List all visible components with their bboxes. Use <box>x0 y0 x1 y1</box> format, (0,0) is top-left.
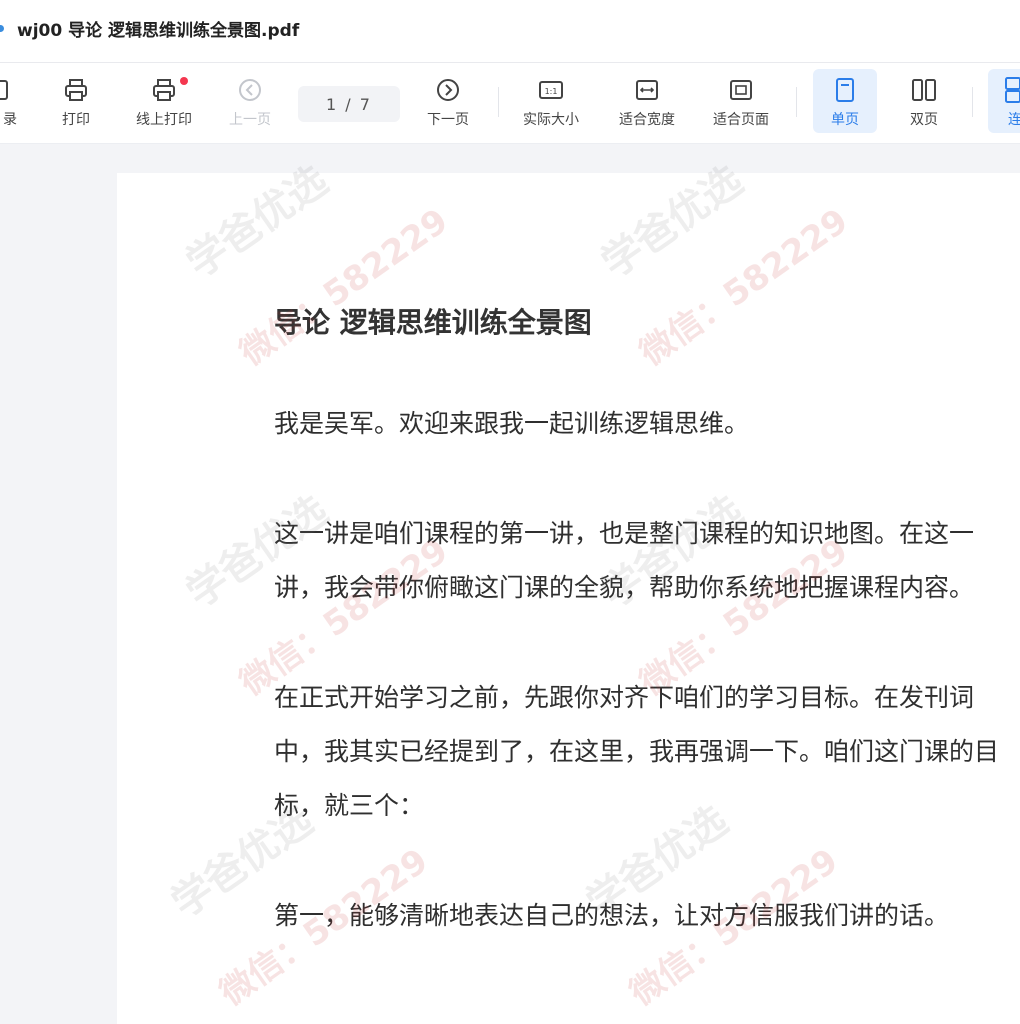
catalog-label: 录 <box>3 112 17 128</box>
paragraph: 在正式开始学习之前，先跟你对齐下咱们的学习目标。在发刊词中，我其实已经提到了，在… <box>274 683 1000 820</box>
separator <box>498 87 499 117</box>
double-page-icon <box>912 79 936 101</box>
online-print-icon <box>153 79 175 101</box>
catalog-button[interactable]: 录 <box>0 69 20 133</box>
single-page-icon <box>836 78 854 102</box>
print-label: 打印 <box>62 112 90 128</box>
actual-size-icon: 1:1 <box>539 81 563 99</box>
prev-circle-icon <box>239 79 261 101</box>
fit-page-button[interactable]: 适合页面 <box>704 69 778 133</box>
document-heading: 导论 逻辑思维训练全景图 <box>274 306 592 339</box>
fit-width-icon <box>636 80 658 100</box>
paragraph: 我是吴军。欢迎来跟我一起训练逻辑思维。 <box>274 409 750 438</box>
actual-size-label: 实际大小 <box>523 112 579 128</box>
fit-width-button[interactable]: 适合宽度 <box>610 69 684 133</box>
pdf-page: 导论 逻辑思维训练全景图 我是吴军。欢迎来跟我一起训练逻辑思维。 这一讲是咱们课… <box>117 173 1020 1024</box>
paragraph: 第一，能够清晰地表达自己的想法，让对方信服我们讲的话。 <box>274 901 950 930</box>
next-page-button[interactable]: 下一页 <box>420 69 476 133</box>
next-page-label: 下一页 <box>427 112 469 128</box>
printer-icon <box>65 79 87 101</box>
double-page-label: 双页 <box>910 112 938 128</box>
page-number-input[interactable]: 1 / 7 <box>298 86 400 122</box>
single-page-button[interactable]: 单页 <box>813 69 877 133</box>
next-circle-icon <box>437 79 459 101</box>
toolbar: 录 打印 线上打印 上一页 下一页 1:1 实际大小 适合宽度 适合页面 单页 … <box>0 63 1020 144</box>
fit-page-icon <box>730 80 752 100</box>
document-content: 导论 逻辑思维训练全景图 我是吴军。欢迎来跟我一起训练逻辑思维。 这一讲是咱们课… <box>274 301 1020 943</box>
prev-page-label: 上一页 <box>229 112 271 128</box>
continuous-button[interactable]: 连续 <box>988 69 1020 133</box>
notification-dot <box>180 77 188 85</box>
separator <box>796 87 797 117</box>
continuous-icon <box>1005 77 1020 103</box>
app-icon <box>0 25 4 32</box>
title-bar: wj00 导论 逻辑思维训练全景图.pdf <box>0 0 1020 63</box>
prev-page-button[interactable]: 上一页 <box>222 69 278 133</box>
print-button[interactable]: 打印 <box>50 69 102 133</box>
double-page-button[interactable]: 双页 <box>896 69 952 133</box>
window-title: wj00 导论 逻辑思维训练全景图.pdf <box>17 21 300 41</box>
single-page-label: 单页 <box>831 112 859 128</box>
actual-size-button[interactable]: 1:1 实际大小 <box>514 69 588 133</box>
separator <box>972 87 973 117</box>
fit-width-label: 适合宽度 <box>619 112 675 128</box>
paragraph: 这一讲是咱们课程的第一讲，也是整门课程的知识地图。在这一讲，我会带你俯瞰这门课的… <box>274 519 975 602</box>
svg-text:1:1: 1:1 <box>545 87 558 96</box>
catalog-icon <box>0 80 8 100</box>
online-print-button[interactable]: 线上打印 <box>128 69 200 133</box>
fit-page-label: 适合页面 <box>713 112 769 128</box>
continuous-label: 连续 <box>1008 112 1020 128</box>
online-print-label: 线上打印 <box>136 112 192 128</box>
